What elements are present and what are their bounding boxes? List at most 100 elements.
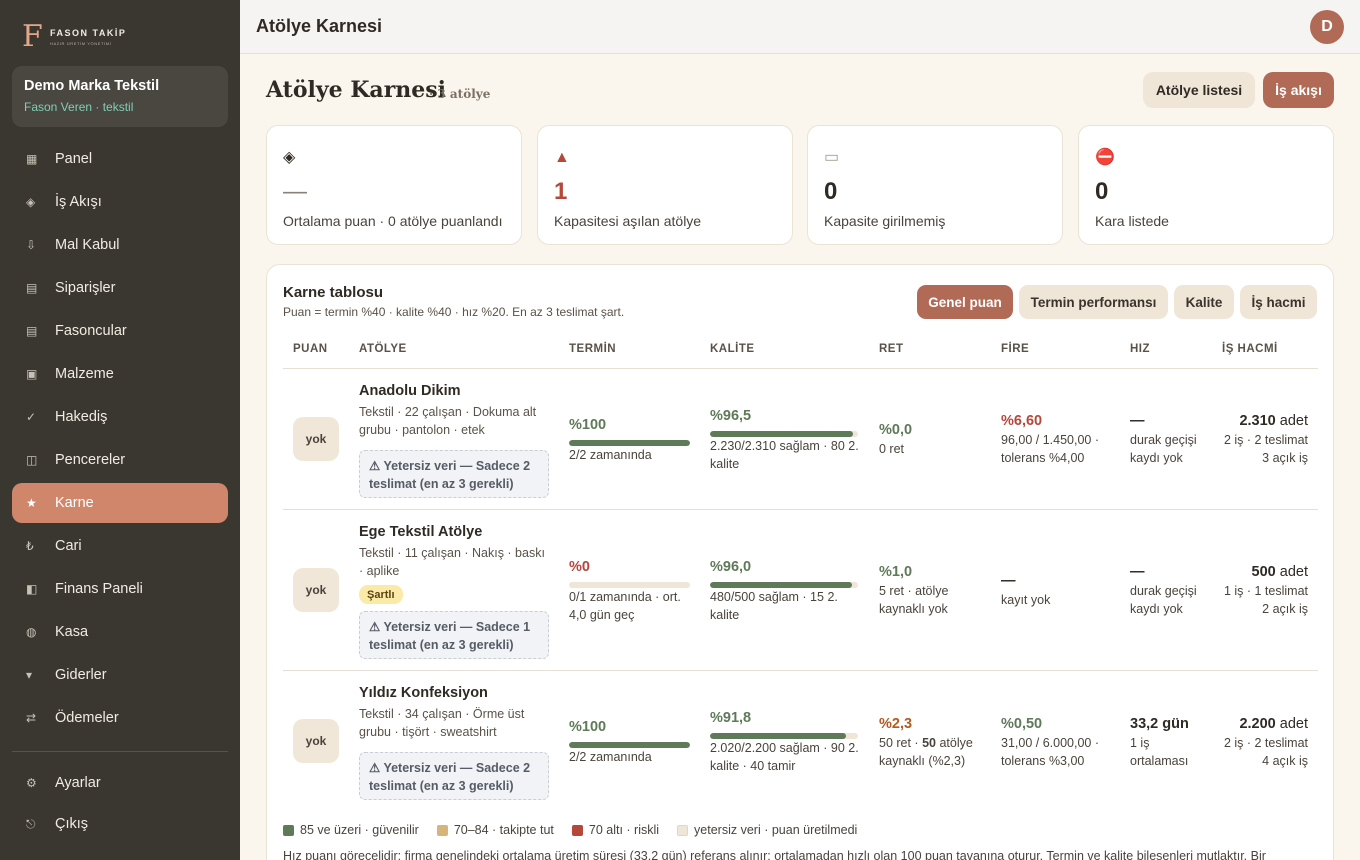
sidebar-item-ayarlar[interactable]: ⚙ Ayarlar — [12, 763, 228, 803]
sidebar-item-label: Cari — [55, 538, 82, 554]
workshop-description: Tekstil · 11 çalışan · Nakış · baskı · a… — [359, 546, 545, 578]
quality-detail: 2.020/2.200 sağlam · 90 2. kalite · 40 t… — [710, 741, 859, 773]
sidebar-item-label: Siparişler — [55, 280, 116, 296]
logo-mark: F — [22, 19, 43, 54]
lira-icon: ₺ — [26, 539, 34, 553]
tab-on-time-performance[interactable]: Termin performansı — [1019, 285, 1168, 319]
legend-label: 70 altı · riskli — [588, 823, 660, 837]
check-icon: ✓ — [26, 410, 37, 424]
reject-value: %2,3 — [879, 716, 913, 732]
workshop-name[interactable]: Yıldız Konfeksiyon — [359, 685, 488, 701]
volume-value: 500 adet — [1252, 564, 1308, 580]
col-header-reject[interactable]: RET — [879, 343, 904, 355]
app-logo[interactable]: F FASON TAKİP HAZIR ÜRETİM YÖNETİMİ — [22, 22, 126, 52]
volume-unit: adet — [1275, 564, 1308, 580]
deadline-detail: 0/1 zamanında · ort. 4,0 gün geç — [569, 590, 681, 622]
waste-detail: 96,00 / 1.450,00 · tolerans %4,00 — [1001, 433, 1099, 465]
legend-label: yetersiz veri · puan üretilmedi — [694, 823, 858, 837]
topbar: Atölye Karnesi D — [240, 0, 1360, 54]
legend-item: 85 ve üzeri · güvenilir — [283, 823, 419, 837]
sidebar-item-fasoncular[interactable]: ▤ Fasoncular — [12, 311, 228, 351]
sidebar-item-finans-paneli[interactable]: ◧ Finans Paneli — [12, 569, 228, 609]
sidebar-item-malzeme[interactable]: ▣ Malzeme — [12, 354, 228, 394]
table-row[interactable]: yok Anadolu Dikim Tekstil · 22 çalışan ·… — [283, 369, 1318, 509]
volume-detail-open: 2 açık iş — [1262, 602, 1308, 616]
speed-detail: 1 iş ortalaması — [1130, 736, 1189, 768]
speed-value: — — [1130, 413, 1145, 429]
workflow-button[interactable]: İş akışı — [1263, 72, 1334, 108]
legend-swatch — [571, 824, 583, 836]
col-header-volume[interactable]: İŞ HACMİ — [1222, 343, 1278, 355]
insufficient-data-warning: ⚠ Yetersiz veri — Sadece 2 teslimat (en … — [359, 752, 549, 800]
deadline-detail: 2/2 zamanında — [569, 448, 652, 462]
workshop-name[interactable]: Ege Tekstil Atölye — [359, 524, 482, 540]
waste-value: %6,60 — [1001, 413, 1043, 429]
col-header-deadline[interactable]: TERMİN — [569, 343, 616, 355]
score-badge: yok — [293, 568, 339, 612]
legend-item: yetersiz veri · puan üretilmedi — [677, 823, 857, 837]
swap-icon: ⇄ — [26, 711, 37, 725]
volume-unit: adet — [1275, 413, 1308, 429]
sidebar-item-cari[interactable]: ₺ Cari — [12, 526, 228, 566]
sidebar-item-cikis[interactable]: ⎋ Çıkış — [12, 804, 228, 844]
volume-detail-open: 4 açık iş — [1262, 754, 1308, 768]
panel-title: Karne tablosu — [283, 284, 384, 301]
reject-detail: 5 ret · atölye kaynaklı yok — [879, 584, 949, 616]
tab-quality[interactable]: Kalite — [1174, 285, 1234, 319]
sidebar-nav: ▦ Panel ◈ İş Akışı ⇩ Mal Kabul ▤ Siparişler … — [12, 139, 228, 741]
sidebar-item-kasa[interactable]: ◍ Kasa — [12, 612, 228, 652]
workshop-name[interactable]: Anadolu Dikim — [359, 383, 461, 399]
speed-value: 33,2 gün — [1130, 716, 1189, 732]
diamond-icon: ◈ — [283, 149, 296, 166]
stat-card-blacklist: ⛔ 0 Kara listede — [1078, 125, 1334, 245]
stat-card-average-score: ◈ — Ortalama puan · 0 atölye puanlandı — [266, 125, 522, 245]
quality-detail: 2.230/2.310 sağlam · 80 2. kalite — [710, 439, 859, 471]
sidebar-item-karne[interactable]: ★ Karne — [12, 483, 228, 523]
table-row[interactable]: yok Ege Tekstil Atölye Tekstil · 11 çalı… — [283, 510, 1318, 670]
score-legend: 85 ve üzeri · güvenilir 70–84 · takipte … — [283, 823, 875, 837]
sidebar-item-hakedis[interactable]: ✓ Hakediş — [12, 397, 228, 437]
volume-number: 2.310 — [1239, 413, 1276, 429]
col-header-speed[interactable]: HIZ — [1130, 343, 1150, 355]
gear-icon: ⚙ — [26, 776, 37, 790]
sidebar-item-siparisler[interactable]: ▤ Siparişler — [12, 268, 228, 308]
speed-value: — — [1130, 564, 1145, 580]
legend-label: 70–84 · takipte tut — [453, 823, 554, 837]
sidebar-item-is-akisi[interactable]: ◈ İş Akışı — [12, 182, 228, 222]
legend-item: 70–84 · takipte tut — [436, 823, 554, 837]
table-row[interactable]: yok Yıldız Konfeksiyon Tekstil · 34 çalı… — [283, 671, 1318, 811]
sidebar-item-label: İş Akışı — [55, 194, 102, 210]
col-header-workshop[interactable]: ATÖLYE — [359, 343, 407, 355]
deadline-detail: 2/2 zamanında — [569, 750, 652, 764]
sidebar-item-mal-kabul[interactable]: ⇩ Mal Kabul — [12, 225, 228, 265]
sidebar-item-label: Hakediş — [55, 409, 108, 425]
stat-value: 0 — [1095, 178, 1109, 205]
sidebar-item-panel[interactable]: ▦ Panel — [12, 139, 228, 179]
sidebar-item-label: Çıkış — [55, 816, 89, 832]
reject-value: %0,0 — [879, 422, 913, 438]
col-header-score[interactable]: PUAN — [293, 343, 328, 355]
workshop-list-button[interactable]: Atölye listesi — [1143, 72, 1255, 108]
sidebar-item-label: Mal Kabul — [55, 237, 120, 253]
col-header-quality[interactable]: KALİTE — [710, 343, 755, 355]
sidebar-item-odemeler[interactable]: ⇄ Ödemeler — [12, 698, 228, 738]
volume-detail-jobs: 2 iş · 2 teslimat — [1223, 736, 1308, 750]
brand-switcher[interactable]: Demo Marka Tekstil Fason Veren · tekstil — [12, 66, 228, 127]
sidebar-item-giderler[interactable]: ▾ Giderler — [12, 655, 228, 695]
page-title: Atölye Karnesi — [266, 77, 447, 103]
list-icon: ▤ — [26, 324, 38, 338]
score-badge: yok — [293, 719, 339, 763]
reject-detail: 0 ret — [879, 442, 905, 456]
speed-footnote: Hız puanı görecelidir: firma genelindeki… — [283, 849, 1266, 860]
tab-overall-score[interactable]: Genel puan — [917, 285, 1013, 319]
quality-detail: 480/500 sağlam · 15 2. kalite — [710, 590, 838, 622]
deadline-value: %100 — [569, 417, 607, 433]
legend-swatch — [436, 824, 448, 836]
sidebar-item-pencereler[interactable]: ◫ Pencereler — [12, 440, 228, 480]
legend-swatch — [283, 824, 294, 836]
sidebar-bottom-nav: ⚙ Ayarlar ⎋ Çıkış — [12, 763, 228, 847]
tab-volume[interactable]: İş hacmi — [1240, 285, 1317, 319]
stat-value: 0 — [824, 178, 838, 205]
avatar[interactable]: D — [1310, 10, 1344, 44]
col-header-waste[interactable]: FİRE — [1001, 343, 1029, 355]
